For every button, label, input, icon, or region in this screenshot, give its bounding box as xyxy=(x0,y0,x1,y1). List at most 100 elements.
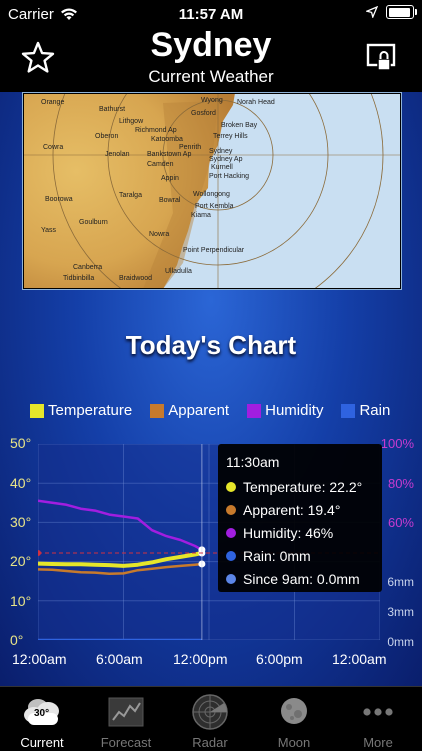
legend-swatch xyxy=(150,403,165,418)
legend-item-temperature[interactable]: Temperature xyxy=(30,402,132,419)
y-tick-left: 0° xyxy=(10,632,24,648)
x-tick: 6:00pm xyxy=(256,651,303,667)
map-place: Richmond Ap xyxy=(135,127,177,134)
map-place: Camden xyxy=(147,161,174,168)
legend-label: Rain xyxy=(359,402,391,419)
map-place: Broken Bay xyxy=(221,122,258,129)
main-content: Orange Bathurst Lithgow Wyong Norah Head… xyxy=(0,92,422,686)
map-place: Nowra xyxy=(149,231,170,238)
map-place: Tidbinbilla xyxy=(63,275,95,282)
tooltip-row-apparent: Apparent: 19.4° xyxy=(226,502,340,518)
map-place: Cowra xyxy=(43,144,64,151)
tab-badge: 30° xyxy=(34,708,50,719)
map-place: Taralga xyxy=(119,192,142,199)
tooltip-row-rain: Rain: 0mm xyxy=(226,548,311,564)
map-place: Boorowa xyxy=(45,196,73,203)
legend-item-humidity[interactable]: Humidity xyxy=(247,402,323,419)
map-place: Lithgow xyxy=(119,118,144,125)
map-place: Norah Head xyxy=(237,99,275,106)
map-place: Appin xyxy=(161,175,179,182)
tooltip-row-humidity: Humidity: 46% xyxy=(226,525,333,541)
radar-map[interactable]: Orange Bathurst Lithgow Wyong Norah Head… xyxy=(22,92,402,290)
y-tick-right-mm: 0mm xyxy=(387,635,414,649)
map-place: Bankstown Ap xyxy=(147,151,192,158)
y-tick-left: 20° xyxy=(10,553,32,569)
map-place: Terrey Hills xyxy=(213,133,248,140)
y-tick-right-pct: 60% xyxy=(387,515,414,530)
map-place: Ulladulla xyxy=(165,268,192,275)
map-place: Bowral xyxy=(159,197,181,204)
legend-swatch xyxy=(30,403,44,418)
tooltip-dot xyxy=(226,574,236,584)
map-place: Sydney xyxy=(209,148,233,155)
x-tick: 12:00am xyxy=(332,651,387,667)
legend-item-apparent[interactable]: Apparent xyxy=(150,402,229,419)
map-place: Point Perpendicular xyxy=(183,247,245,254)
tooltip-row-since-9am: Since 9am: 0.0mm xyxy=(226,571,360,587)
legend-swatch xyxy=(341,403,356,418)
tab-forecast[interactable]: Forecast xyxy=(84,687,168,751)
map-place: Oberon xyxy=(95,133,119,140)
map-place: Orange xyxy=(41,99,65,106)
tab-current[interactable]: 30° Current xyxy=(0,687,84,751)
chart-legend: Temperature Apparent Humidity Rain xyxy=(30,402,390,419)
map-place: Goulburn xyxy=(79,219,108,226)
tab-label: More xyxy=(363,735,393,750)
tab-radar[interactable]: Radar xyxy=(168,687,252,751)
map-place: Braidwood xyxy=(119,275,153,282)
battery-icon xyxy=(386,5,417,19)
map-place: Wyong xyxy=(201,97,223,104)
status-right xyxy=(366,5,417,19)
y-tick-left: 10° xyxy=(10,593,32,609)
city-title: Sydney xyxy=(150,26,272,64)
tab-more[interactable]: More xyxy=(336,687,420,751)
header: Sydney Current Weather xyxy=(0,26,422,92)
tooltip-text: Since 9am: 0.0mm xyxy=(243,571,360,587)
tooltip-text: Apparent: 19.4° xyxy=(243,502,341,518)
y-tick-right-mm: 3mm xyxy=(387,605,414,619)
graph-icon xyxy=(108,697,144,727)
tab-label: Moon xyxy=(277,735,311,750)
tooltip-text: Humidity: 46% xyxy=(243,525,334,541)
legend-item-rain[interactable]: Rain xyxy=(341,402,390,419)
status-time: 11:57 AM xyxy=(178,6,244,23)
map-place: Wollongong xyxy=(193,191,230,198)
tooltip-dot xyxy=(226,482,236,492)
y-tick-left: 30° xyxy=(10,514,32,530)
legend-label: Apparent xyxy=(168,402,230,419)
map-place: Port Hacking xyxy=(209,173,250,180)
map-place: Jenolan xyxy=(105,151,130,158)
tab-label: Forecast xyxy=(100,735,152,750)
y-tick-right-pct: 80% xyxy=(387,476,414,491)
tab-label: Radar xyxy=(192,735,228,750)
orientation-lock-button[interactable] xyxy=(366,42,398,74)
map-place: Katoomba xyxy=(151,136,183,143)
tooltip-text: Rain: 0mm xyxy=(243,548,311,564)
y-tick-left: 40° xyxy=(10,475,32,491)
map-place: Kiama xyxy=(191,212,211,219)
more-icon xyxy=(363,708,393,716)
x-tick: 6:00am xyxy=(96,651,143,667)
radar-icon xyxy=(192,694,228,730)
y-tick-left: 50° xyxy=(10,435,32,451)
map-place: Gosford xyxy=(191,110,216,117)
chart-tooltip: 11:30am Temperature: 22.2° Apparent: 19.… xyxy=(218,444,382,592)
x-tick: 12:00am xyxy=(12,651,67,667)
map-place: Yass xyxy=(41,227,57,234)
map-place: Kurnell xyxy=(211,164,233,171)
x-tick: 12:00pm xyxy=(173,651,228,667)
legend-swatch xyxy=(247,403,262,418)
tooltip-dot xyxy=(226,551,236,561)
tab-label: Current xyxy=(20,735,64,750)
y-tick-right-mm: 6mm xyxy=(387,575,414,589)
chart-title: Today's Chart xyxy=(125,330,297,360)
tooltip-dot xyxy=(226,505,236,515)
tooltip-text: Temperature: 22.2° xyxy=(243,479,363,495)
legend-label: Humidity xyxy=(265,402,324,419)
tab-moon[interactable]: Moon xyxy=(252,687,336,751)
map-place: Port Kembla xyxy=(195,203,234,210)
map-place: Canberra xyxy=(73,264,103,271)
map-place: Penrith xyxy=(179,144,202,151)
page-subtitle: Current Weather xyxy=(148,67,274,86)
tooltip-row-temperature: Temperature: 22.2° xyxy=(226,479,362,495)
